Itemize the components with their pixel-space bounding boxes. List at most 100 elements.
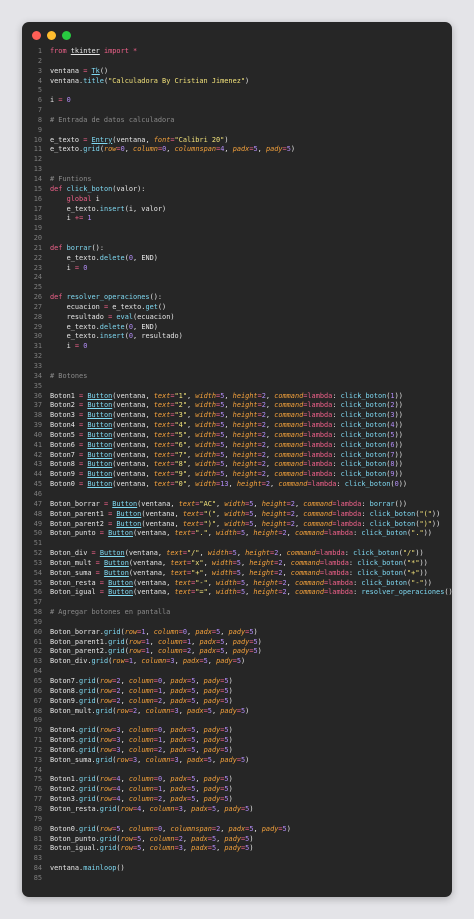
code-line: 71 Boton5.grid(row=3, column=1, padx=5, p… bbox=[22, 736, 452, 746]
line-number: 17 bbox=[33, 204, 42, 213]
code-line: 3 ventana = Tk() bbox=[22, 67, 452, 77]
code-text: Boton0 = Button(ventana, text="0", width… bbox=[50, 480, 408, 489]
line-number: 4 bbox=[37, 76, 42, 85]
line-number: 20 bbox=[33, 234, 42, 243]
code-text: e_texto.grid(row=0, column=0, columnspan… bbox=[50, 145, 296, 154]
code-text: Boton_div = Button(ventana, text="/", wi… bbox=[50, 549, 424, 558]
line-number: 40 bbox=[33, 430, 42, 439]
code-line: 63 Boton_div.grid(row=1, column=3, padx=5… bbox=[22, 657, 452, 667]
code-text: i = 0 bbox=[50, 342, 88, 351]
code-text: Boton1.grid(row=4, column=0, padx=5, pad… bbox=[50, 775, 233, 784]
code-line: 85 bbox=[22, 874, 452, 884]
code-line: 54 Boton_suma = Button(ventana, text="+",… bbox=[22, 569, 452, 579]
code-line: 22 e_texto.delete(0, END) bbox=[22, 254, 452, 264]
code-line: 38 Boton3 = Button(ventana, text="3", wid… bbox=[22, 411, 452, 421]
code-line: 83 bbox=[22, 854, 452, 864]
code-line: 74 bbox=[22, 766, 452, 776]
code-line: 49 Boton_parent2 = Button(ventana, text="… bbox=[22, 520, 452, 530]
code-line: 81 Boton_punto.grid(row=5, column=2, padx… bbox=[22, 835, 452, 845]
code-line: 27 ecuacion = e_texto.get() bbox=[22, 303, 452, 313]
code-text: Boton_suma.grid(row=3, column=3, padx=5,… bbox=[50, 755, 250, 764]
code-line: 73 Boton_suma.grid(row=3, column=3, padx=… bbox=[22, 756, 452, 766]
line-number: 60 bbox=[33, 627, 42, 636]
line-number: 68 bbox=[33, 706, 42, 715]
code-text: Boton6 = Button(ventana, text="6", width… bbox=[50, 440, 403, 449]
line-number: 12 bbox=[33, 155, 42, 164]
line-number: 53 bbox=[33, 558, 42, 567]
code-text: from tkinter import * bbox=[50, 47, 138, 55]
line-number: 29 bbox=[33, 322, 42, 331]
code-text: e_texto.delete(0, END) bbox=[50, 322, 158, 331]
line-number: 22 bbox=[33, 253, 42, 262]
code-text: e_texto.insert(i, valor) bbox=[50, 204, 167, 213]
code-line: 14 # Funtions bbox=[22, 175, 452, 185]
code-text: Boton_mult = Button(ventana, text="x", w… bbox=[50, 558, 428, 567]
code-line: 55 Boton_resta = Button(ventana, text="-"… bbox=[22, 579, 452, 589]
code-line: 43 Boton8 = Button(ventana, text="8", wid… bbox=[22, 460, 452, 470]
code-text: Boton_parent2.grid(row=1, column=2, padx… bbox=[50, 647, 262, 656]
code-text: Boton_div.grid(row=1, column=3, padx=5, … bbox=[50, 657, 246, 666]
code-line: 30 e_texto.insert(0, resultado) bbox=[22, 332, 452, 342]
line-number: 84 bbox=[33, 864, 42, 873]
code-text: Boton6.grid(row=3, column=2, padx=5, pad… bbox=[50, 745, 233, 754]
code-line: 79 bbox=[22, 815, 452, 825]
code-text: e_texto.insert(0, resultado) bbox=[50, 332, 183, 341]
line-number: 64 bbox=[33, 667, 42, 676]
code-line: 80 Boton0.grid(row=5, column=0, columnspa… bbox=[22, 825, 452, 835]
line-number: 2 bbox=[37, 56, 42, 65]
line-number: 33 bbox=[33, 362, 42, 370]
code-line: 21 def borrar(): bbox=[22, 244, 452, 254]
code-text: i = 0 bbox=[50, 263, 88, 272]
line-number: 47 bbox=[33, 499, 42, 508]
code-text: Boton_parent2 = Button(ventana, text=")"… bbox=[50, 519, 441, 528]
code-text: Boton_mult.grid(row=2, column=3, padx=5,… bbox=[50, 706, 250, 715]
code-text: e_texto.delete(0, END) bbox=[50, 253, 158, 262]
code-editor-window: 1 from tkinter import * 2 3 ventana = Tk() 4 v… bbox=[22, 22, 452, 897]
code-line: 33 bbox=[22, 362, 452, 372]
line-number: 46 bbox=[33, 489, 42, 498]
code-line: 10 e_texto = Entry(ventana, font="Calibri… bbox=[22, 136, 452, 146]
code-line: 52 Boton_div = Button(ventana, text="/", … bbox=[22, 549, 452, 559]
code-line: 19 bbox=[22, 224, 452, 234]
code-line: 64 bbox=[22, 667, 452, 677]
line-number: 77 bbox=[33, 795, 42, 804]
line-number: 39 bbox=[33, 421, 42, 430]
close-window-button[interactable] bbox=[32, 31, 41, 40]
line-number: 76 bbox=[33, 785, 42, 794]
line-number: 83 bbox=[33, 854, 42, 863]
line-number: 34 bbox=[33, 371, 42, 380]
code-line: 75 Boton1.grid(row=4, column=0, padx=5, p… bbox=[22, 775, 452, 785]
code-area: 1 from tkinter import * 2 3 ventana = Tk() 4 v… bbox=[22, 47, 452, 884]
code-text: Boton_parent1.grid(row=1, column=1, padx… bbox=[50, 637, 262, 646]
code-text: Boton_resta = Button(ventana, text="-", … bbox=[50, 578, 432, 587]
code-text: Boton7 = Button(ventana, text="7", width… bbox=[50, 450, 403, 459]
line-number: 63 bbox=[33, 657, 42, 666]
line-number: 74 bbox=[33, 765, 42, 774]
line-number: 80 bbox=[33, 824, 42, 833]
code-text: i += 1 bbox=[50, 214, 92, 223]
code-text: Boton5.grid(row=3, column=1, padx=5, pad… bbox=[50, 736, 233, 745]
line-number: 57 bbox=[33, 598, 42, 607]
line-number: 27 bbox=[33, 302, 42, 311]
line-number: 55 bbox=[33, 578, 42, 587]
line-number: 26 bbox=[33, 293, 42, 302]
line-number: 45 bbox=[33, 480, 42, 489]
code-text: Boton3.grid(row=4, column=2, padx=5, pad… bbox=[50, 795, 233, 804]
code-line: 25 bbox=[22, 283, 452, 293]
code-line: 50 Boton_punto = Button(ventana, text="."… bbox=[22, 529, 452, 539]
code-line: 59 bbox=[22, 618, 452, 628]
code-line: 20 bbox=[22, 234, 452, 244]
code-line: 35 bbox=[22, 382, 452, 392]
line-number: 52 bbox=[33, 549, 42, 558]
code-text: Boton_borrar = Button(ventana, text="AC"… bbox=[50, 499, 408, 508]
line-number: 79 bbox=[33, 814, 42, 823]
minimize-window-button[interactable] bbox=[47, 31, 56, 40]
line-number: 9 bbox=[37, 125, 42, 134]
zoom-window-button[interactable] bbox=[62, 31, 71, 40]
code-line: 9 bbox=[22, 126, 452, 136]
line-number: 81 bbox=[33, 834, 42, 843]
code-text: resultado = eval(ecuacion) bbox=[50, 312, 175, 321]
line-number: 75 bbox=[33, 775, 42, 784]
line-number: 73 bbox=[33, 755, 42, 764]
line-number: 65 bbox=[33, 677, 42, 685]
